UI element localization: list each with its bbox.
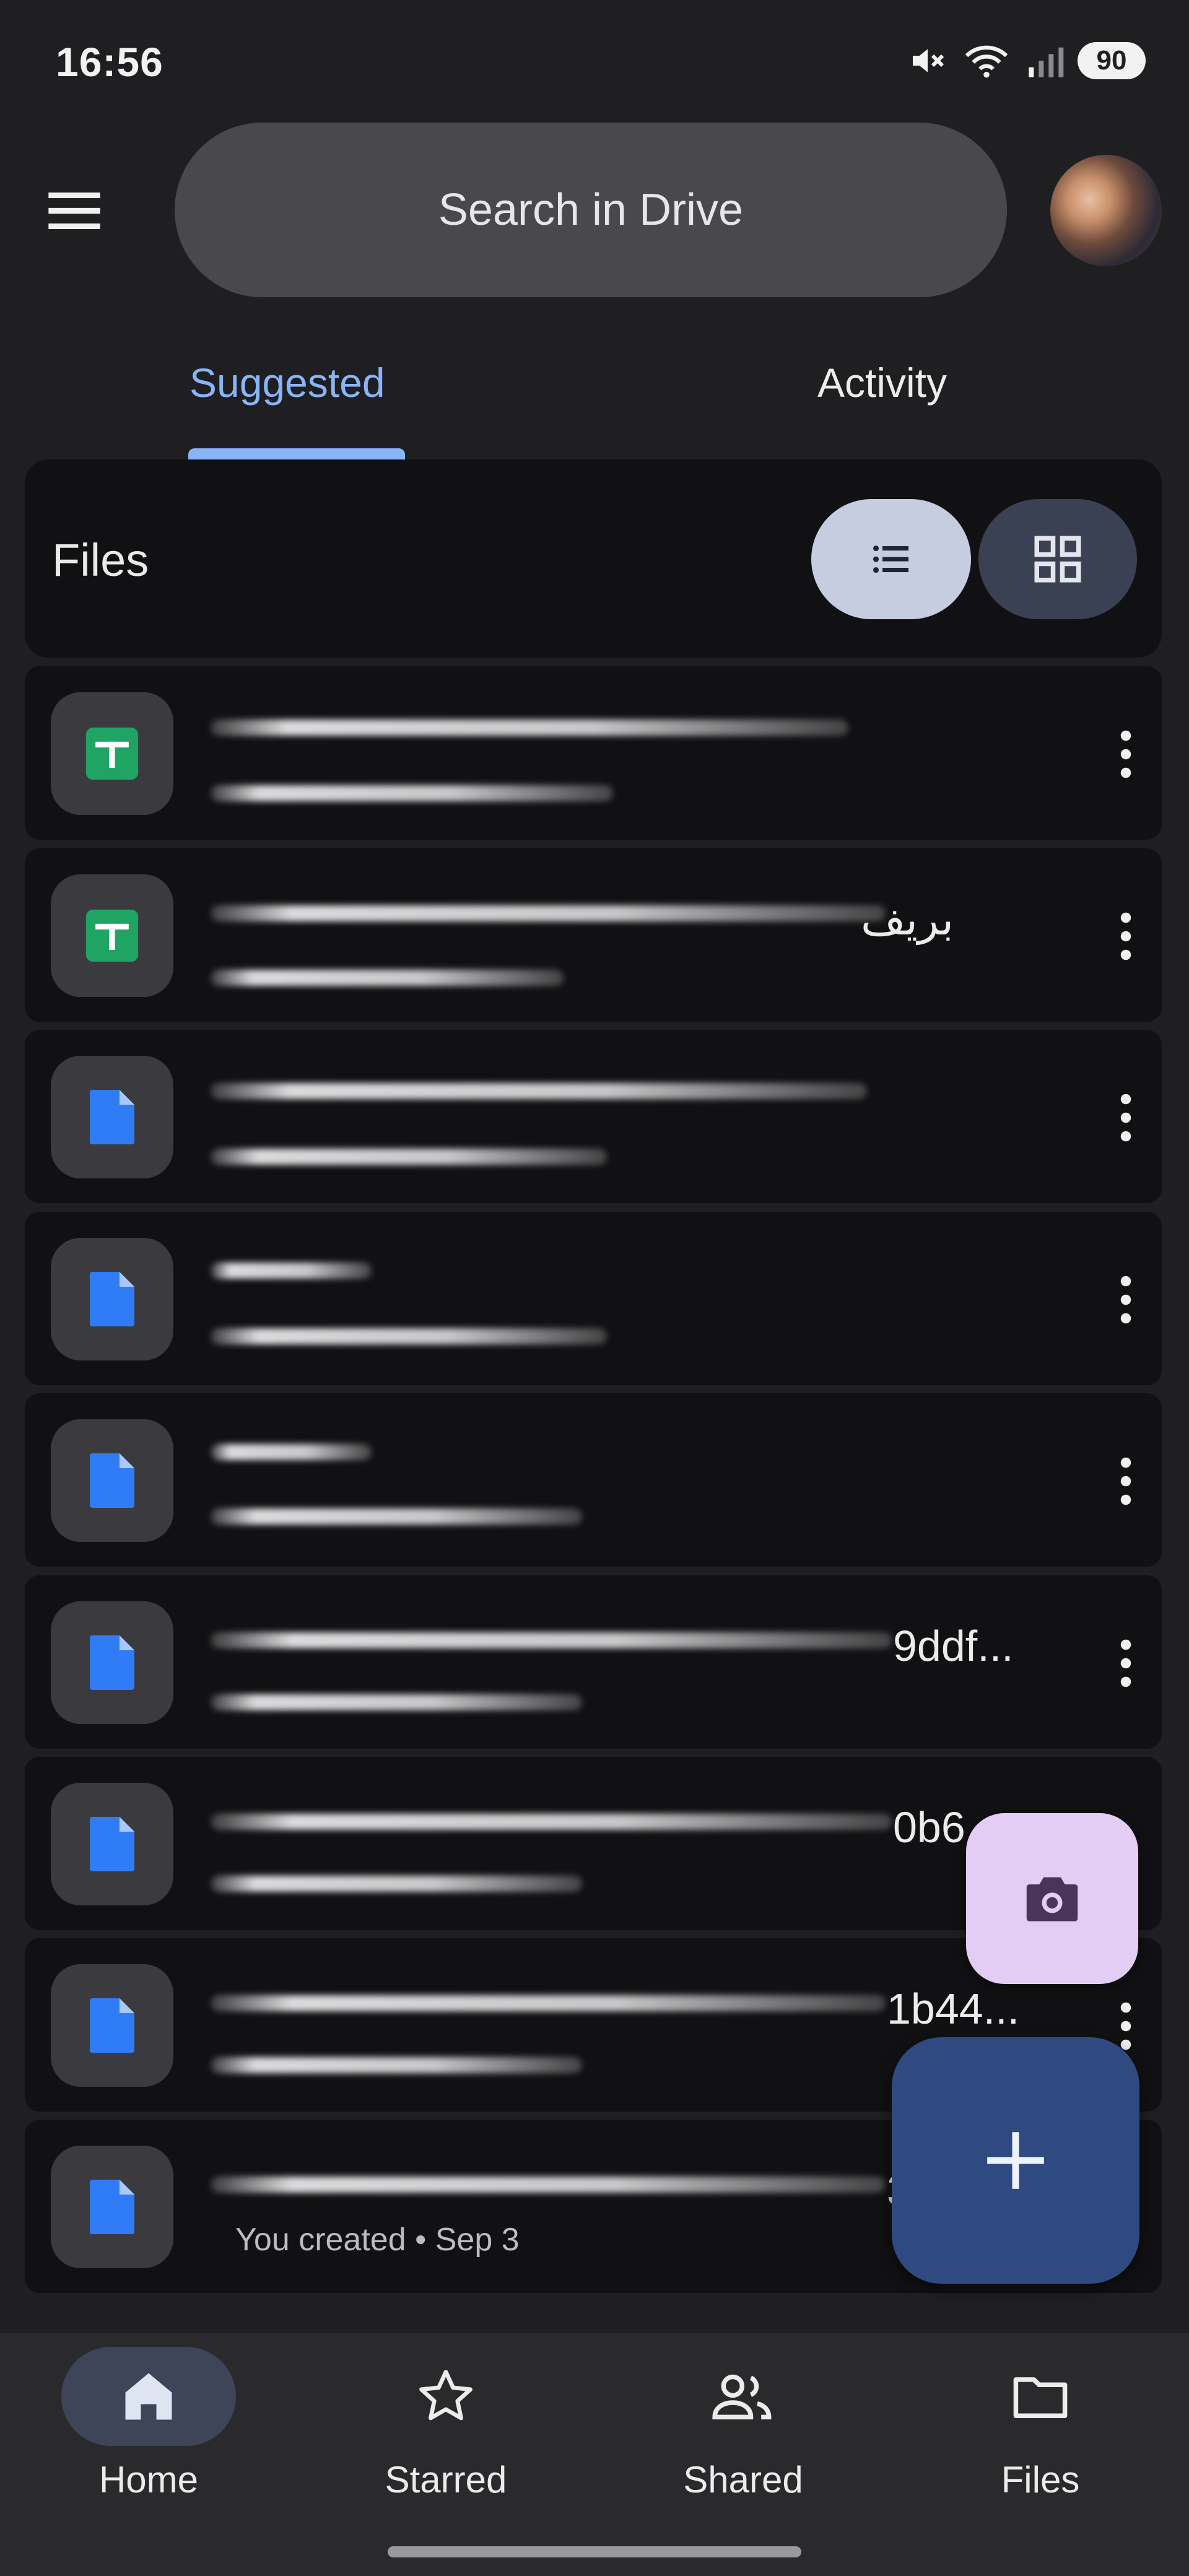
files-title: Files — [52, 534, 149, 586]
new-button[interactable] — [892, 2037, 1139, 2284]
nav-files[interactable]: Files — [917, 2347, 1164, 2508]
nav-starred-label: Starred — [385, 2459, 507, 2500]
file-name-suffix: 1b44... — [887, 1985, 1020, 2033]
blurred-file-details — [211, 970, 564, 986]
blurred-file-name — [211, 1814, 892, 1830]
status-icons: 90 — [908, 36, 1146, 85]
star-icon — [419, 2370, 473, 2421]
more-options-button[interactable] — [1095, 1087, 1157, 1149]
docs-icon — [90, 1090, 134, 1144]
docs-icon — [90, 1817, 134, 1871]
file-row[interactable]: 9ddf... — [25, 1575, 1162, 1749]
file-icon-container — [51, 1964, 173, 2087]
file-icon-container — [51, 1056, 173, 1178]
file-row[interactable] — [25, 666, 1162, 840]
nav-shared[interactable]: Shared — [619, 2347, 867, 2508]
camera-icon — [1026, 1877, 1078, 1921]
blurred-file-details — [211, 2057, 582, 2073]
more-options-button[interactable] — [1095, 905, 1157, 967]
nav-starred[interactable]: Starred — [322, 2347, 570, 2508]
blurred-file-name — [211, 1263, 372, 1279]
docs-icon — [90, 1635, 134, 1690]
mute-icon — [913, 49, 944, 72]
blurred-file-name — [211, 1083, 867, 1099]
blurred-file-details — [211, 785, 613, 801]
docs-icon — [90, 2180, 134, 2234]
docs-icon — [90, 1453, 134, 1508]
file-row[interactable] — [25, 1212, 1162, 1385]
blurred-file-details — [211, 1694, 582, 1710]
more-options-button[interactable] — [1095, 1632, 1157, 1694]
tab-suggested[interactable]: Suggested — [189, 359, 385, 406]
tab-activity[interactable]: Activity — [817, 359, 947, 406]
more-options-button[interactable] — [1095, 1269, 1157, 1331]
file-icon-container — [51, 692, 173, 815]
sheets-icon — [85, 909, 139, 962]
list-view-icon — [873, 545, 908, 573]
battery-indicator: 90 — [1078, 42, 1146, 79]
signal-icon — [1029, 47, 1064, 77]
home-icon — [125, 2373, 172, 2420]
file-icon-container — [51, 1419, 173, 1542]
file-icon-container — [51, 1783, 173, 1905]
blurred-file-name — [211, 1444, 372, 1460]
docs-icon — [90, 1998, 134, 2053]
nav-home-label: Home — [98, 2459, 199, 2500]
home-gesture-bar[interactable] — [388, 2546, 801, 2557]
blurred-file-name — [211, 1632, 892, 1648]
shared-people-icon — [712, 2374, 772, 2420]
nav-home-pill — [61, 2347, 236, 2446]
file-row[interactable] — [25, 1393, 1162, 1567]
more-vert-icon — [1120, 1276, 1131, 1324]
blurred-file-name — [211, 2177, 886, 2193]
folder-icon — [1013, 2377, 1068, 2418]
file-row[interactable] — [25, 1030, 1162, 1203]
scan-camera-button[interactable] — [966, 1813, 1138, 1984]
hamburger-icon — [48, 192, 100, 229]
nav-starred-pill — [359, 2347, 533, 2446]
menu-button[interactable] — [43, 180, 105, 242]
plus-icon — [987, 2132, 1044, 2189]
grid-view-icon — [1034, 536, 1081, 583]
more-vert-icon — [1120, 1094, 1131, 1142]
file-icon-container — [51, 1601, 173, 1724]
blurred-file-details — [211, 1876, 582, 1892]
more-vert-icon — [1120, 912, 1131, 960]
blurred-file-name — [211, 1995, 886, 2011]
blurred-file-name — [211, 720, 848, 736]
file-name-suffix: 9ddf... — [893, 1622, 1014, 1670]
blurred-file-details — [211, 1149, 607, 1165]
file-row[interactable]: بريف — [25, 848, 1162, 1022]
nav-files-label: Files — [1001, 2459, 1080, 2500]
nav-files-pill — [953, 2347, 1128, 2446]
active-tab-indicator — [188, 448, 405, 459]
wifi-icon — [965, 45, 1008, 78]
status-time: 16:56 — [56, 39, 163, 85]
search-placeholder: Search in Drive — [438, 185, 744, 235]
file-icon-container — [51, 1238, 173, 1360]
account-avatar[interactable] — [1050, 155, 1162, 266]
nav-shared-pill — [656, 2347, 830, 2446]
more-vert-icon — [1120, 1639, 1131, 1687]
file-icon-container — [51, 2146, 173, 2268]
blurred-file-details — [211, 1508, 582, 1525]
blurred-file-name — [211, 905, 886, 921]
more-options-button[interactable] — [1095, 1450, 1157, 1512]
more-vert-icon — [1120, 1457, 1131, 1505]
file-name-suffix: بريف — [861, 895, 954, 944]
sheets-icon — [85, 727, 139, 780]
grid-view-button[interactable] — [978, 499, 1137, 619]
nav-shared-label: Shared — [683, 2459, 803, 2500]
file-icon-container — [51, 874, 173, 997]
nav-home[interactable]: Home — [25, 2347, 272, 2508]
more-options-button[interactable] — [1095, 723, 1157, 785]
file-subtitle: You created • Sep 3 — [235, 2222, 520, 2258]
blurred-file-details — [211, 1328, 607, 1344]
more-vert-icon — [1120, 730, 1131, 778]
search-bar[interactable]: Search in Drive — [175, 123, 1007, 297]
docs-icon — [90, 1272, 134, 1326]
list-view-button[interactable] — [811, 499, 971, 619]
